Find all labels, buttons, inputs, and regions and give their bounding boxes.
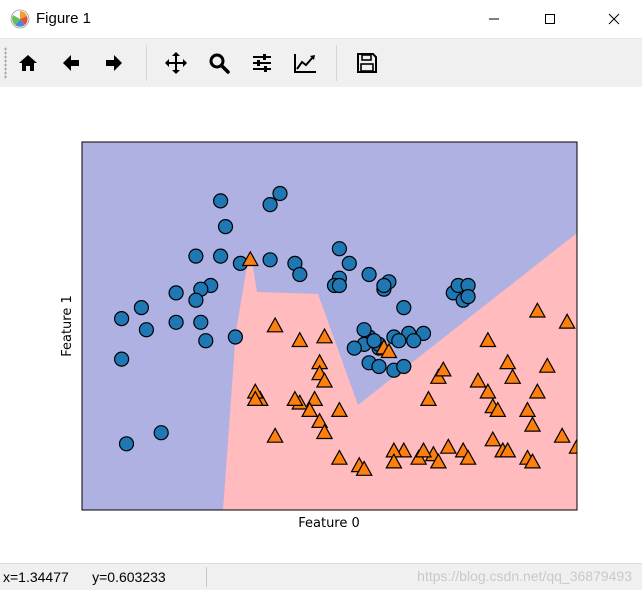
class0-point [396,358,412,375]
cursor-coordinates: x=1.34477 y=0.603233 [3,569,166,585]
class0-point [227,329,243,345]
back-icon [63,55,79,71]
toolbar-separator [146,45,147,81]
toolbar-separator [336,45,337,81]
forward-button[interactable] [97,47,131,79]
status-separator [206,567,207,587]
class0-point [262,196,278,213]
class0-point [213,248,229,264]
class0-point [406,333,422,349]
status-bar: x=1.34477 y=0.603233 https://blog.csdn.n… [0,563,642,590]
class0-point [118,436,135,452]
axes[interactable] [81,141,585,511]
class0-point [213,193,229,209]
class0-point [198,333,214,349]
minimize-icon [489,18,499,20]
class0-point [113,351,130,367]
class0-point [361,266,377,283]
class0-point [188,292,204,308]
plot[interactable]: Feature 0 Feature 1 [0,87,642,563]
maximize-button[interactable] [522,0,578,38]
class0-point [371,358,387,375]
class0-point [153,425,169,441]
class0-point [262,252,278,268]
class0-point [193,314,209,330]
class0-point [356,322,372,338]
class0-point [168,285,184,301]
edit-axes-button[interactable] [288,47,322,79]
window-title: Figure 1 [36,10,92,27]
class0-point [217,219,234,235]
class0-point [188,248,204,264]
window-titlebar: Figure 1 [0,0,642,39]
pan-button[interactable] [159,47,193,79]
matplotlib-logo-icon [10,9,30,29]
navigation-toolbar [0,39,642,87]
home-icon [19,55,37,71]
zoom-button[interactable] [202,47,236,79]
class0-point [396,300,412,316]
class0-point [138,322,154,338]
class0-point [331,241,347,257]
class0-point [292,266,308,283]
toolbar-grip[interactable] [4,47,7,79]
back-button[interactable] [54,47,88,79]
x-axis-label: Feature 0 [298,516,360,531]
edit-axes-icon [294,54,316,73]
class0-point [366,333,382,349]
maximize-icon [545,14,555,24]
home-button[interactable] [11,47,45,79]
class0-point [272,185,288,202]
subplots-icon [253,54,271,72]
class0-point [133,300,149,316]
class0-point [113,311,130,327]
subplots-button[interactable] [245,47,279,79]
y-axis-label: Feature 1 [60,295,75,357]
pan-icon [165,52,187,74]
close-icon [608,13,620,25]
close-button[interactable] [586,0,642,38]
watermark: https://blog.csdn.net/qq_36879493 [417,568,632,584]
class0-point [168,314,184,330]
class0-point [331,277,347,294]
class0-point [341,255,357,271]
minimize-button[interactable] [466,0,522,38]
forward-icon [106,55,122,71]
zoom-icon [209,53,230,74]
class0-point [376,277,392,294]
save-button[interactable] [350,47,384,79]
class0-point [346,340,362,356]
save-icon [357,53,377,73]
class0-point [391,333,407,349]
class0-point [460,289,476,305]
